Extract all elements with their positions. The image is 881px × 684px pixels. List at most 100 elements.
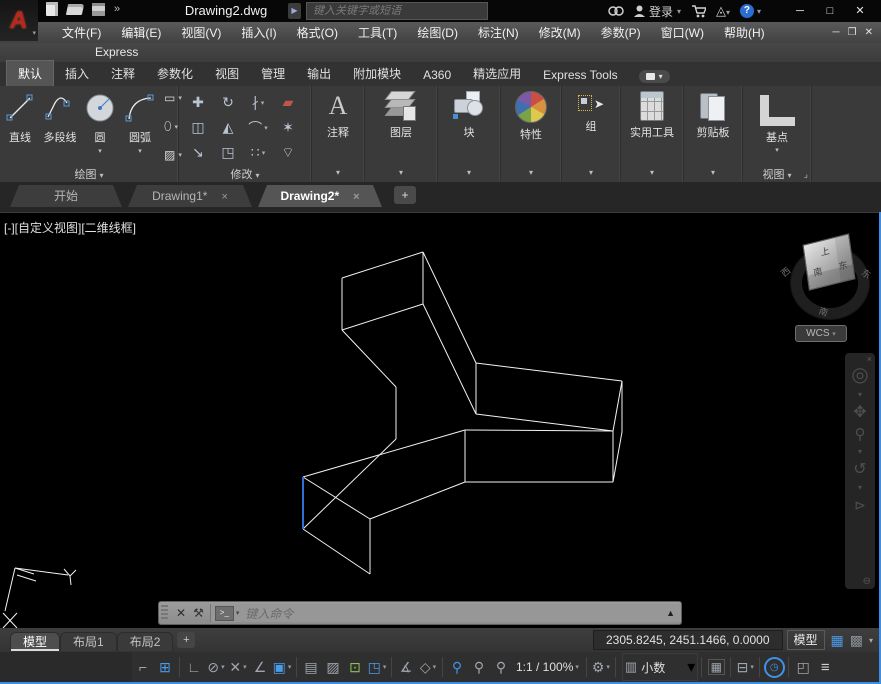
ribbon-panel-view[interactable]: 基点 ▾ 视图 ▾ ⌟	[743, 86, 812, 182]
ortho-mode-icon[interactable]: ∟	[183, 655, 205, 679]
erase-icon[interactable]: ▰	[273, 90, 303, 115]
stretch-icon[interactable]: ↘	[183, 140, 213, 165]
modify-panel-label[interactable]: 修改 ▾	[179, 166, 311, 181]
dynamic-ucs-icon[interactable]: ◳▾	[366, 655, 388, 679]
help-button[interactable]: ? ▾	[740, 4, 761, 18]
ribbon-tab-3[interactable]: 参数化	[146, 61, 204, 86]
ribbon-tab-1[interactable]: 插入	[54, 61, 100, 86]
menu-item-7[interactable]: 标注(N)	[468, 24, 529, 41]
3d-osnap-icon[interactable]: ⊡	[344, 655, 366, 679]
customization-menu-icon[interactable]: ≡	[814, 655, 836, 679]
hardware-acceleration-icon[interactable]: ◷	[763, 655, 785, 679]
menu-item-3[interactable]: 插入(I)	[231, 24, 286, 41]
explode-icon[interactable]: ✶	[273, 115, 303, 140]
copy-icon[interactable]: ◫	[183, 115, 213, 140]
close-icon[interactable]: ×	[221, 191, 227, 203]
lineweight-icon[interactable]: ▣▾	[271, 655, 293, 679]
ribbon-tab-8[interactable]: A360	[412, 64, 462, 86]
menu-item-1[interactable]: 编辑(E)	[111, 24, 171, 41]
array-icon[interactable]: ∷▾	[243, 140, 273, 165]
flyout-arrow-icon[interactable]: ▾	[650, 168, 654, 177]
flyout-arrow-icon[interactable]: ▾	[869, 636, 873, 645]
command-drag-handle[interactable]	[161, 605, 168, 621]
snap-grid-icon[interactable]: ▩	[850, 632, 863, 649]
store-cart-icon[interactable]	[691, 5, 706, 18]
command-prompt-icon[interactable]: >_	[215, 606, 234, 621]
flyout-arrow-icon[interactable]: ▾	[858, 448, 862, 456]
offset-icon[interactable]: ⌔	[273, 140, 303, 165]
close-button[interactable]: ✕	[845, 0, 875, 22]
minimize-button[interactable]: ─	[785, 0, 815, 22]
workspace-cube-icon[interactable]: ◇▾	[417, 655, 439, 679]
move-icon[interactable]: ✚	[183, 90, 213, 115]
navbar-close-icon[interactable]: ×	[867, 354, 872, 364]
scale-icon[interactable]: ◳	[213, 140, 243, 165]
pan-icon[interactable]: ✥	[853, 405, 866, 421]
ribbon-minimize-chip[interactable]: ▾	[639, 70, 670, 83]
mirror-icon[interactable]: ◭	[213, 115, 243, 140]
search-binoculars-icon[interactable]	[608, 5, 624, 17]
open-file-icon[interactable]	[66, 4, 84, 15]
units-dropdown[interactable]: ▥小数▾	[622, 653, 698, 681]
new-layout-button[interactable]: +	[177, 632, 195, 648]
polar-tracking-icon[interactable]: ⊘▾	[205, 655, 227, 679]
command-customize-icon[interactable]: ⚒	[193, 606, 204, 620]
fullscreen-icon[interactable]: ◰	[792, 655, 814, 679]
ribbon-tab-4[interactable]: 视图	[204, 61, 250, 86]
ribbon-panel-group[interactable]: ➤ 组 ▾	[562, 86, 621, 182]
menu-item-5[interactable]: 工具(T)	[348, 24, 407, 41]
menu-item-6[interactable]: 绘图(D)	[407, 24, 468, 41]
maximize-button[interactable]: □	[815, 0, 845, 22]
isolate-grid-icon[interactable]: ▦	[705, 655, 727, 679]
menu-express-row[interactable]: Express	[0, 43, 881, 62]
app-logo[interactable]: A▾	[0, 0, 38, 41]
menu-item-10[interactable]: 窗口(W)	[651, 24, 714, 41]
ribbon-panel-clipboard[interactable]: 剪贴板 ▾	[684, 86, 743, 182]
command-line-bar[interactable]: ✕ ⚒ >_ ▾ 键入命令 ▲	[158, 601, 682, 625]
flyout-arrow-icon[interactable]: ▾	[138, 147, 142, 155]
menu-item-0[interactable]: 文件(F)	[52, 24, 111, 41]
a360-icon[interactable]: ◬▾	[716, 3, 730, 19]
menu-item-4[interactable]: 格式(O)	[287, 24, 348, 41]
fillet-icon[interactable]: ⌒▾	[243, 115, 273, 140]
grid-snap-icon[interactable]: ⊞	[154, 655, 176, 679]
flyout-arrow-icon[interactable]: ▾	[858, 391, 862, 399]
tab-model[interactable]: 模型	[10, 632, 60, 651]
orbit-icon[interactable]: ↺	[853, 462, 866, 478]
flyout-arrow-icon[interactable]: ▾	[467, 168, 471, 177]
doc-close-button[interactable]: ✕	[865, 27, 873, 38]
grid-display-icon[interactable]: ▦	[831, 632, 844, 649]
flyout-arrow-icon[interactable]: ▾	[336, 168, 340, 177]
ribbon-tab-10[interactable]: Express Tools	[532, 64, 628, 86]
view-panel-label[interactable]: 视图 ▾	[743, 166, 811, 181]
command-input[interactable]: >_ ▾ 键入命令 ▲	[210, 604, 681, 622]
file-tab-drawing2[interactable]: Drawing2*×	[258, 185, 382, 207]
file-tab-drawing1[interactable]: Drawing1*×	[128, 185, 252, 207]
showmotion-icon[interactable]: ⊳	[854, 498, 866, 512]
transparency-icon[interactable]: ▤	[300, 655, 322, 679]
new-drawing-tab-button[interactable]: +	[394, 186, 416, 204]
rotate-icon[interactable]: ↻	[213, 90, 243, 115]
dynamic-input-icon[interactable]: ∡	[395, 655, 417, 679]
flyout-arrow-icon[interactable]: ▾	[858, 484, 862, 492]
zoom-icon[interactable]: ⚲	[855, 427, 866, 442]
navbar-collapse-icon[interactable]: ⊖	[863, 576, 871, 587]
doc-restore-button[interactable]: ❐	[848, 27, 857, 38]
command-history-icon[interactable]: ▲	[666, 608, 681, 618]
title-arrow-icon[interactable]: ▶	[288, 3, 301, 19]
doc-minimize-button[interactable]: ─	[833, 27, 840, 38]
ribbon-tab-2[interactable]: 注释	[100, 61, 146, 86]
menu-item-11[interactable]: 帮助(H)	[714, 24, 775, 41]
ribbon-panel-properties[interactable]: 特性 ▾	[501, 86, 562, 182]
menu-item-9[interactable]: 参数(P)	[591, 24, 651, 41]
ribbon-tab-7[interactable]: 附加模块	[342, 61, 412, 86]
draw-panel-label[interactable]: 绘图 ▾	[0, 166, 178, 181]
save-file-icon[interactable]	[92, 3, 105, 16]
ribbon-tab-6[interactable]: 输出	[296, 61, 342, 86]
polyline-button[interactable]: 多段线	[40, 88, 80, 165]
flyout-arrow-icon[interactable]: ▾	[589, 168, 593, 177]
wcs-dropdown[interactable]: WCS ▾	[795, 325, 847, 342]
annotation-scale-value[interactable]: 1:1 / 100% ▾	[512, 655, 583, 679]
drawing-viewport[interactable]: [-][自定义视图][二维线框] 西 南 东 上 南 东 WCS ▾ × ⊖ ◎…	[0, 212, 881, 629]
flyout-arrow-icon[interactable]: ▾	[529, 168, 533, 177]
